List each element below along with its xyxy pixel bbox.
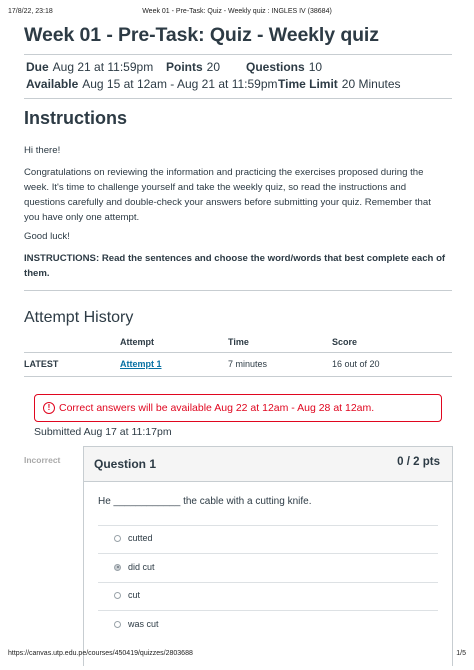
questions-info: Questions 10 <box>246 60 322 74</box>
instructions-divider <box>24 290 452 291</box>
meta-divider <box>24 98 452 99</box>
question-result-label: Incorrect <box>24 455 61 465</box>
attempt-history-heading: Attempt History <box>24 309 134 326</box>
instructions-body: Congratulations on reviewing the informa… <box>24 167 431 223</box>
time-limit-value: 20 Minutes <box>341 77 401 91</box>
answer-label: cut <box>128 590 141 600</box>
question-1-points: 0 / 2 pts <box>397 456 440 468</box>
answer-option[interactable]: cut <box>114 590 140 600</box>
meta-row-1: Due Aug 21 at 11:59pm Points 20 Questions 1… <box>26 60 452 77</box>
radio-icon <box>114 620 121 628</box>
answer-divider <box>98 525 438 526</box>
submitted-timestamp: Submitted Aug 17 at 11:17pm <box>34 426 172 438</box>
instructions-greeting: Hi there! <box>24 145 61 156</box>
attempt-score: 16 out of 20 <box>332 352 452 377</box>
quiz-meta: Due Aug 21 at 11:59pm Points 20 Questions 1… <box>26 60 452 94</box>
attempt-time: 7 minutes <box>228 352 332 377</box>
points-info: Points 20 <box>166 60 220 74</box>
attempt-status: LATEST <box>24 352 120 377</box>
print-footer: https://canvas.utp.edu.pe/courses/450419… <box>8 650 466 662</box>
column-attempt: Attempt <box>120 333 228 353</box>
available-info: Available Aug 15 at 12am - Aug 21 at 11:5… <box>26 77 278 91</box>
question-1-card: Question 1 0 / 2 pts He ____________ the… <box>83 446 453 666</box>
due-label: Due <box>26 60 49 74</box>
column-time: Time <box>228 333 332 353</box>
instructions-good-luck: Good luck! <box>24 231 70 242</box>
instructions-heading: Instructions <box>24 108 128 128</box>
column-score: Score <box>332 333 452 353</box>
answer-divider <box>98 553 438 554</box>
question-1-header: Question 1 0 / 2 pts <box>84 447 452 482</box>
answer-option[interactable]: cutted <box>114 533 153 543</box>
attempt-table-header: Attempt Time Score <box>24 333 452 353</box>
available-value: Aug 15 at 12am - Aug 21 at 11:59pm <box>82 77 278 91</box>
question-1-title: Question 1 <box>94 457 157 471</box>
print-url: https://canvas.utp.edu.pe/courses/450419… <box>8 650 193 657</box>
meta-row-2: Available Aug 15 at 12am - Aug 21 at 11:5… <box>26 77 452 94</box>
attempt-history-table: Attempt Time Score LATEST Attempt 1 7 mi… <box>24 333 452 377</box>
points-value: 20 <box>206 60 221 74</box>
time-limit-label: Time Limit <box>278 77 338 91</box>
instructions-directive: INSTRUCTIONS: Read the sentences and cho… <box>24 253 446 279</box>
points-label: Points <box>166 60 203 74</box>
questions-value: 10 <box>308 60 323 74</box>
radio-icon <box>114 534 121 542</box>
banner-text: Correct answers will be available Aug 22… <box>59 402 375 414</box>
answer-label: was cut <box>128 619 159 629</box>
answer-divider <box>98 610 438 611</box>
quiz-title: Week 01 - Pre-Task: Quiz - Weekly quiz <box>24 24 379 46</box>
due-info: Due Aug 21 at 11:59pm <box>26 60 153 74</box>
radio-selected-icon <box>114 563 121 571</box>
info-circle-icon: ! <box>43 402 55 414</box>
answer-label: cutted <box>128 533 153 543</box>
attempt-1-link[interactable]: Attempt 1 <box>120 359 162 369</box>
title-divider <box>24 54 452 55</box>
answer-divider <box>98 582 438 583</box>
attempt-cell: Attempt 1 <box>120 352 228 377</box>
column-status <box>24 333 120 353</box>
print-page-title: Week 01 - Pre-Task: Quiz - Weekly quiz :… <box>142 8 332 15</box>
answer-label: did cut <box>128 562 155 572</box>
print-header: 17/8/22, 23:18 Week 01 - Pre-Task: Quiz … <box>8 8 466 20</box>
available-label: Available <box>26 77 79 91</box>
questions-label: Questions <box>246 60 305 74</box>
question-1-text: He ____________ the cable with a cutting… <box>98 496 312 507</box>
due-value: Aug 21 at 11:59pm <box>52 60 154 74</box>
print-page-number: 1/5 <box>456 650 466 657</box>
radio-icon <box>114 591 121 599</box>
answer-option[interactable]: was cut <box>114 619 159 629</box>
time-limit-info: Time Limit 20 Minutes <box>278 77 401 91</box>
answer-option[interactable]: did cut <box>114 562 155 572</box>
correct-answers-banner: ! Correct answers will be available Aug … <box>34 394 442 422</box>
table-row: LATEST Attempt 1 7 minutes 16 out of 20 <box>24 352 452 377</box>
